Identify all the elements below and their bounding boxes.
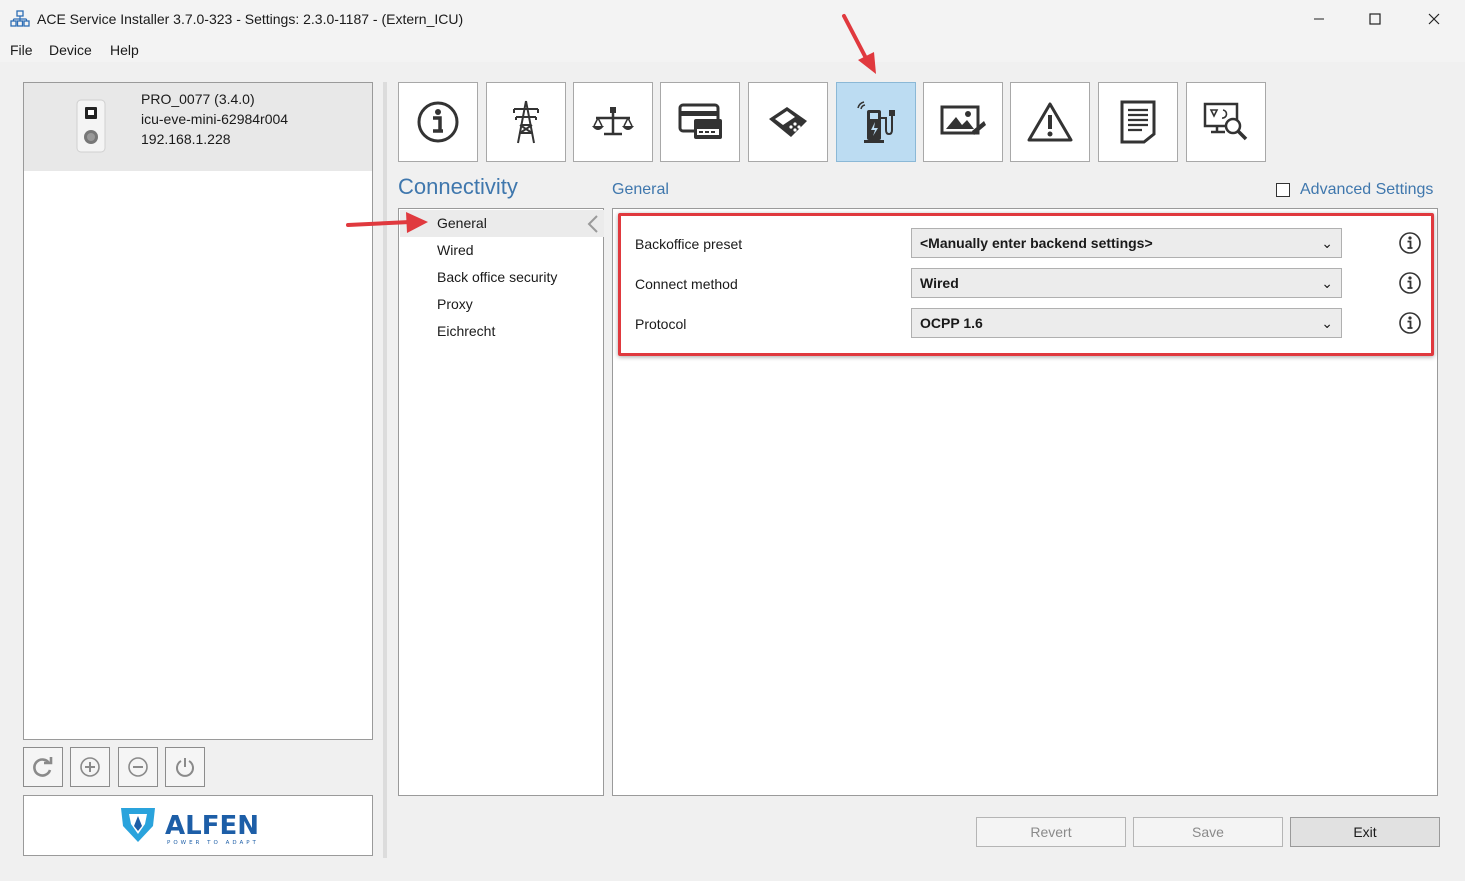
remove-device-button[interactable] [118,747,158,787]
maximize-button[interactable] [1346,0,1404,38]
diagnostics-icon [1203,102,1248,141]
panel-splitter[interactable] [383,82,387,858]
menu-bar: File Device Help [0,38,1465,62]
exit-button[interactable]: Exit [1290,817,1440,847]
alfen-wordmark: ALFEN [165,811,259,841]
power-button[interactable] [165,747,205,787]
minimize-icon [1314,18,1324,20]
advanced-settings-checkbox[interactable] [1276,183,1290,197]
tab-authorization[interactable] [660,82,740,162]
plus-circle-icon [80,757,100,777]
device-list-item[interactable]: PRO_0077 (3.4.0) icu-eve-mini-62984r004 … [24,83,372,171]
tab-connectivity[interactable] [836,82,916,162]
power-tower-icon [513,100,539,144]
alfen-tagline: POWER TO ADAPT [167,840,259,846]
close-icon [1428,13,1440,25]
annotation-arrow-icon [842,14,876,74]
tab-load-balancing[interactable] [573,82,653,162]
title-bar: ACE Service Installer 3.7.0-323 - Settin… [0,0,1465,38]
charging-station-icon [857,101,895,143]
menu-device[interactable]: Device [49,42,92,58]
maximize-icon [1369,13,1381,25]
tab-grid[interactable] [486,82,566,162]
subnav-item-wired[interactable]: Wired [400,237,604,264]
charger-device-icon [76,99,106,153]
connectivity-subnav: General Wired Back office security Proxy… [398,208,604,796]
power-icon [176,758,194,777]
minus-circle-icon [128,757,148,777]
document-icon [1120,100,1156,144]
menu-help[interactable]: Help [110,42,139,58]
advanced-settings-label: Advanced Settings [1300,181,1434,198]
device-ip: 192.168.1.228 [141,131,231,147]
annotation-highlight-box [618,213,1434,356]
device-list: PRO_0077 (3.4.0) icu-eve-mini-62984r004 … [23,82,373,740]
save-button[interactable]: Save [1133,817,1283,847]
tab-payment[interactable] [748,82,828,162]
annotation-arrow-icon [346,212,428,233]
window-title: ACE Service Installer 3.7.0-323 - Settin… [37,11,464,27]
chevron-left-icon[interactable] [587,214,599,234]
alfen-logo-box: ALFEN POWER TO ADAPT [23,795,373,856]
display-image-icon [940,105,986,135]
tab-logs[interactable] [1098,82,1178,162]
payment-terminal-icon [769,107,807,137]
refresh-icon [33,757,53,777]
advanced-settings-toggle[interactable]: Advanced Settings [1276,181,1433,199]
section-title: Connectivity [398,174,518,199]
menu-file[interactable]: File [10,42,33,58]
device-name: PRO_0077 (3.4.0) [141,91,255,107]
minimize-button[interactable] [1290,0,1348,38]
network-icon [10,10,30,27]
subnav-item-eichrecht[interactable]: Eichrecht [400,318,604,345]
tab-errors[interactable] [1010,82,1090,162]
tab-display[interactable] [923,82,1003,162]
warning-icon [1027,102,1073,142]
balance-scale-icon [592,107,634,136]
subnav-item-back-office-security[interactable]: Back office security [400,264,604,291]
device-host: icu-eve-mini-62984r004 [141,111,289,127]
alfen-logo: ALFEN POWER TO ADAPT [121,808,259,846]
revert-button[interactable]: Revert [976,817,1126,847]
tab-information[interactable] [398,82,478,162]
tab-diagnostics[interactable] [1186,82,1266,162]
refresh-button[interactable] [23,747,63,787]
info-icon [417,101,459,143]
sub-section-title: General [612,181,669,198]
subnav-item-proxy[interactable]: Proxy [400,291,604,318]
subnav-item-general[interactable]: General [400,210,604,237]
card-reader-icon [678,103,722,139]
close-button[interactable] [1405,0,1463,38]
add-device-button[interactable] [70,747,110,787]
